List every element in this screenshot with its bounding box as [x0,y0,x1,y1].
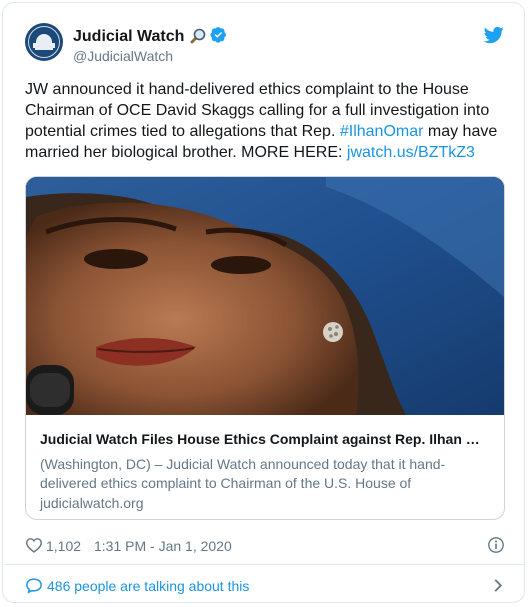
like-count[interactable]: 1,102 [46,538,81,554]
tweet-short-link[interactable]: jwatch.us/BZTkZ3 [347,144,475,161]
link-preview-domain: judicialwatch.org [40,495,144,511]
avatar[interactable] [25,23,63,61]
link-preview-card[interactable]: Judicial Watch Files House Ethics Compla… [25,176,505,520]
magnifying-glass-icon [188,28,206,46]
verified-badge-icon [210,26,227,48]
twitter-bird-icon[interactable] [483,25,505,45]
speech-bubble-icon [26,578,42,594]
people-talking-text[interactable]: 486 people are talking about this [47,578,249,594]
link-preview-title[interactable]: Judicial Watch Files House Ethics Compla… [40,431,490,447]
tweet-embed-card: Judicial Watch @JudicialWatch JW announc… [2,2,525,603]
account-handle[interactable]: @JudicialWatch [73,48,173,64]
hashtag-link[interactable]: #IlhanOmar [340,123,424,140]
chevron-right-icon[interactable] [493,578,503,593]
account-name[interactable]: Judicial Watch [73,28,184,46]
tweet-text: JW announced it hand-delivered ethics co… [25,79,505,163]
heart-icon[interactable] [25,537,43,553]
link-preview-image[interactable] [26,177,504,415]
tweet-timestamp[interactable]: 1:31 PM - Jan 1, 2020 [94,538,232,554]
tweet-footer: 1,102 1:31 PM - Jan 1, 2020 [25,535,507,557]
footer-divider [5,564,524,565]
info-icon[interactable] [487,536,505,554]
link-preview-description: (Washington, DC) – Judicial Watch announ… [40,456,446,491]
tweet-header: Judicial Watch @JudicialWatch [25,23,505,69]
conversation-link[interactable]: 486 people are talking about this [25,575,507,597]
account-name-row[interactable]: Judicial Watch [73,27,227,47]
